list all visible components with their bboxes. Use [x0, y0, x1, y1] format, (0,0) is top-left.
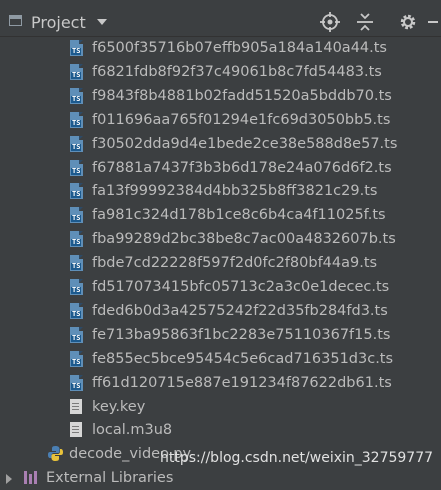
gear-icon[interactable]	[398, 12, 418, 32]
file-name: fe855ec5bce95454c5e6cad716351d3c.ts	[92, 350, 394, 367]
file-name: key.key	[92, 398, 146, 415]
library-icon	[24, 471, 38, 485]
file-name: fe713ba95863f1bc2283e75110367f15.ts	[92, 326, 391, 343]
file-name: ff61d120715e887e191234f87622db61.ts	[92, 374, 392, 391]
file-name: fded6b0d3a42575242f22d35fb284fd3.ts	[92, 302, 388, 319]
file-name: fa981c324d178b1ce8c6b4ca4f11025f.ts	[92, 207, 386, 224]
ts-file-icon: TS	[70, 279, 83, 295]
file-name: fd517073415bfc05713c2a3c0e1decec.ts	[92, 279, 390, 295]
ts-file-icon: TS	[70, 231, 83, 248]
ts-file-icon: TS	[70, 183, 83, 200]
file-name: f67881a7437f3b3b6d178e24a076d6f2.ts	[92, 159, 392, 176]
ts-file-icon: TS	[70, 87, 83, 104]
file-name: f9843f8b4881b02fadd51520a5bddb70.ts	[92, 87, 392, 104]
collapse-all-icon[interactable]	[355, 12, 375, 32]
view-dropdown-icon[interactable]	[97, 19, 107, 25]
python-icon	[48, 446, 63, 462]
ts-file-icon: TS	[70, 63, 83, 80]
file-name: f011696aa765f01294e1fc69d3050bb5.ts	[92, 111, 391, 128]
project-icon	[9, 15, 22, 26]
ts-file-icon: TS	[70, 350, 83, 367]
file-name: f6821fdb8f92f37c49061b8c7fd54483.ts	[92, 63, 382, 80]
project-tree: TS f6500f35716b07effb905a184a140a44.ts TS f…	[0, 37, 441, 486]
ts-file-icon: TS	[70, 255, 83, 272]
file-name: fbde7cd22228f597f2d0fc2f80bf44a9.ts	[92, 255, 378, 272]
ts-file-icon: TS	[70, 374, 83, 391]
file-name: local.m3u8	[92, 422, 173, 439]
project-title[interactable]: Project	[31, 13, 86, 32]
ts-file-icon: TS	[70, 40, 83, 56]
expand-arrow-icon[interactable]	[6, 474, 12, 485]
file-name: f6500f35716b07effb905a184a140a44.ts	[92, 40, 387, 56]
ts-file-icon: TS	[70, 207, 83, 224]
ts-file-icon: TS	[70, 135, 83, 152]
text-file-icon	[70, 398, 82, 414]
locate-icon[interactable]	[320, 12, 340, 32]
file-name: fa13f99992384d4bb325b8ff3821c29.ts	[92, 183, 378, 200]
ts-file-icon: TS	[70, 302, 83, 319]
watermark-url: https://blog.csdn.net/weixin_32759777	[160, 450, 434, 466]
ts-file-icon: TS	[70, 326, 83, 343]
ts-file-icon: TS	[70, 111, 83, 128]
text-file-icon	[70, 422, 82, 438]
ts-file-icon: TS	[70, 159, 83, 176]
project-toolbar: Project	[0, 0, 441, 37]
file-name: f30502dda9d4e1bede2ce38e588d8e57.ts	[92, 135, 398, 152]
node-label: External Libraries	[46, 470, 174, 487]
hide-panel-icon[interactable]	[426, 12, 438, 32]
file-name: fba99289d2bc38be8c7ac00a4832607b.ts	[92, 231, 396, 248]
